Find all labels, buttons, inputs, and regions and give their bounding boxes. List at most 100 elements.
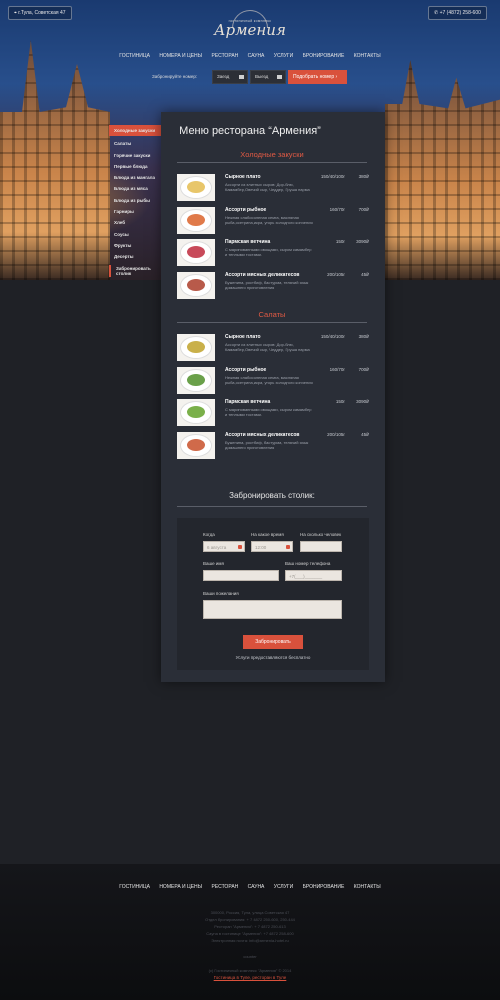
dish-weight: 150/40/100г — [320, 174, 345, 179]
page-title: Меню ресторана “Армения” — [179, 125, 321, 137]
dish-name: Пармская ветчина — [225, 239, 271, 245]
dish-row[interactable]: Ассорти мясных деликатесов Буженина, рос… — [177, 271, 369, 302]
phone-button[interactable]: ✆ +7 (4872) 258-600 — [428, 6, 487, 20]
dish-weight: 200/105г — [327, 431, 345, 437]
nav-item-rooms[interactable]: НОМЕРА И ЦЕНЫ — [159, 53, 202, 59]
dish-name: Ассорти мясных деликатесов — [225, 271, 300, 278]
food-icon — [187, 406, 205, 418]
footer-nav: ГОСТИНИЦА НОМЕРА И ЦЕНЫ РЕСТОРАН САУНА У… — [0, 884, 500, 890]
checkout-field[interactable]: Выезд — [250, 70, 286, 84]
checkin-label: Заезд — [217, 74, 230, 79]
time-input[interactable]: 12:00 — [251, 541, 293, 552]
address-text: г.Тула, Советская 47 — [18, 10, 66, 16]
food-icon — [187, 373, 205, 386]
sidebar-item-bread[interactable]: Хлеб — [109, 219, 161, 226]
building-left-image — [0, 40, 110, 280]
dish-name: Ассорти рыбное — [225, 206, 267, 213]
nav-item-contacts[interactable]: КОНТАКТЫ — [354, 53, 381, 59]
reserve-button[interactable]: Забронировать — [243, 635, 303, 649]
booking-label: Забронируйте номер: — [152, 74, 198, 79]
when-value: 6 августа — [207, 545, 227, 550]
footer-nav-restaurant[interactable]: РЕСТОРАН — [211, 884, 238, 890]
sidebar-item-desserts[interactable]: Десерты — [109, 253, 161, 260]
footer-booking-phone: Отдел бронирования: + 7 4872 250-600, 25… — [205, 917, 295, 922]
dish-row[interactable]: Ассорти мясных деликатесов Буженина, рос… — [177, 431, 369, 462]
calendar-icon — [277, 75, 282, 79]
find-room-label: Подобрать номер — [293, 74, 335, 80]
footer-nav-contacts[interactable]: КОНТАКТЫ — [354, 884, 381, 890]
footer-sauna-phone: Сауна в гостинице "Армения": +7 4872 258… — [206, 931, 294, 936]
section-title-cold: Холодные закуски — [240, 150, 304, 159]
reservation-form: Когда 6 августа На какое время 12:00 На … — [177, 518, 369, 670]
dish-name: Ассорти рыбное — [225, 366, 267, 373]
chevron-right-icon: › — [335, 74, 338, 80]
footer-seo-link[interactable]: Гостиница в Туле, ресторан в Туле — [0, 975, 500, 980]
dish-weight: 150г — [335, 239, 345, 244]
food-icon — [187, 246, 205, 258]
nav-item-restaurant[interactable]: РЕСТОРАН — [211, 53, 238, 59]
dish-row[interactable]: Пармская ветчина С маринованными овощами… — [177, 399, 369, 429]
food-icon — [187, 438, 205, 451]
dish-name: Ассорти мясных деликатесов — [225, 431, 300, 438]
find-room-button[interactable]: Подобрать номер › — [288, 70, 347, 84]
clock-icon — [286, 545, 290, 549]
checkin-field[interactable]: Заезд — [212, 70, 248, 84]
dish-description: С маринованными овощами, сыром камамбер … — [225, 407, 312, 417]
dish-row[interactable]: Ассорти рыбное Нежная слабосоленая семга… — [177, 206, 369, 237]
dish-price: 380₽ — [358, 174, 369, 179]
sidebar-item-fruits[interactable]: Фрукты — [109, 242, 161, 249]
building-right-image — [385, 60, 500, 280]
address-button[interactable]: ⌖ г.Тула, Советская 47 — [8, 6, 72, 20]
phone-input[interactable]: +7(___)_______ — [285, 570, 342, 581]
dish-row[interactable]: Пармская ветчина С маринованными овощами… — [177, 239, 369, 269]
phone-label: Ваш номер телефона — [285, 561, 331, 566]
sidebar-item-reserve-table[interactable]: Забронировать столик — [109, 264, 161, 277]
sidebar-item-fish[interactable]: Блюда из рыбы — [109, 197, 161, 204]
location-pin-icon: ⌖ — [14, 10, 17, 16]
people-input[interactable] — [300, 541, 342, 552]
footer-counter: counter — [243, 954, 257, 959]
dish-price: 3090₽ — [356, 399, 369, 404]
name-input[interactable] — [203, 570, 279, 581]
wishes-textarea[interactable] — [203, 600, 342, 619]
dish-price: 45₽ — [361, 271, 369, 277]
dish-row[interactable]: Сырное плато Ассорти из элитных сыров: Д… — [177, 334, 369, 364]
dish-price: 700₽ — [358, 366, 369, 372]
dish-row[interactable]: Сырное плато Ассорти из элитных сыров: Д… — [177, 174, 369, 204]
footer-nav-booking[interactable]: БРОНИРОВАНИЕ — [303, 884, 345, 890]
nav-item-hotel[interactable]: ГОСТИНИЦА — [119, 53, 150, 59]
footer-nav-rooms[interactable]: НОМЕРА И ЦЕНЫ — [159, 884, 202, 890]
dish-weight: 150г — [335, 399, 345, 404]
food-icon — [187, 213, 205, 226]
divider — [177, 506, 367, 507]
dish-description: С маринованными овощами, сыром камамбер … — [225, 247, 312, 257]
nav-item-sauna[interactable]: САУНА — [248, 53, 265, 59]
sidebar-item-salads[interactable]: Салаты — [109, 140, 161, 147]
dish-weight: 150/40/100г — [320, 334, 345, 339]
dish-price: 3090₽ — [356, 239, 369, 244]
phone-icon: ✆ — [434, 10, 439, 16]
dish-photo — [177, 174, 215, 201]
dish-name: Сырное плато — [225, 174, 261, 180]
sidebar-item-hot-appetizers[interactable]: Горячие закуски — [109, 152, 161, 159]
logo[interactable]: гостиничный комплекс Армения — [210, 8, 290, 44]
dish-photo — [177, 239, 215, 266]
reservation-title: Забронировать столик: — [229, 491, 315, 500]
nav-item-booking[interactable]: БРОНИРОВАНИЕ — [303, 53, 345, 59]
main-nav: ГОСТИНИЦА НОМЕРА И ЦЕНЫ РЕСТОРАН САУНА У… — [0, 53, 500, 59]
footer-nav-hotel[interactable]: ГОСТИНИЦА — [119, 884, 150, 890]
footer-nav-services[interactable]: УСЛУГИ — [274, 884, 293, 890]
sidebar-item-grill[interactable]: Блюда из мангала — [109, 174, 161, 181]
when-input[interactable]: 6 августа — [203, 541, 245, 552]
footer-nav-sauna[interactable]: САУНА — [248, 884, 265, 890]
dish-description: Нежная слабосоленая семга, масляная рыба… — [225, 214, 313, 225]
nav-item-services[interactable]: УСЛУГИ — [274, 53, 293, 59]
sidebar-item-meat[interactable]: Блюда из мяса — [109, 185, 161, 192]
sidebar-item-first-courses[interactable]: Первые блюда — [109, 163, 161, 170]
sidebar-item-garnish[interactable]: Гарниры — [109, 208, 161, 215]
wishes-label: Ваши пожелания — [203, 591, 239, 596]
dish-weight: 200/105г — [327, 271, 345, 277]
sidebar-item-sauces[interactable]: Соусы — [109, 231, 161, 238]
dish-row[interactable]: Ассорти рыбное Нежная слабосоленая семга… — [177, 366, 369, 397]
dish-description: Буженина, ростбиф, бастурма, телячий язы… — [225, 279, 309, 290]
